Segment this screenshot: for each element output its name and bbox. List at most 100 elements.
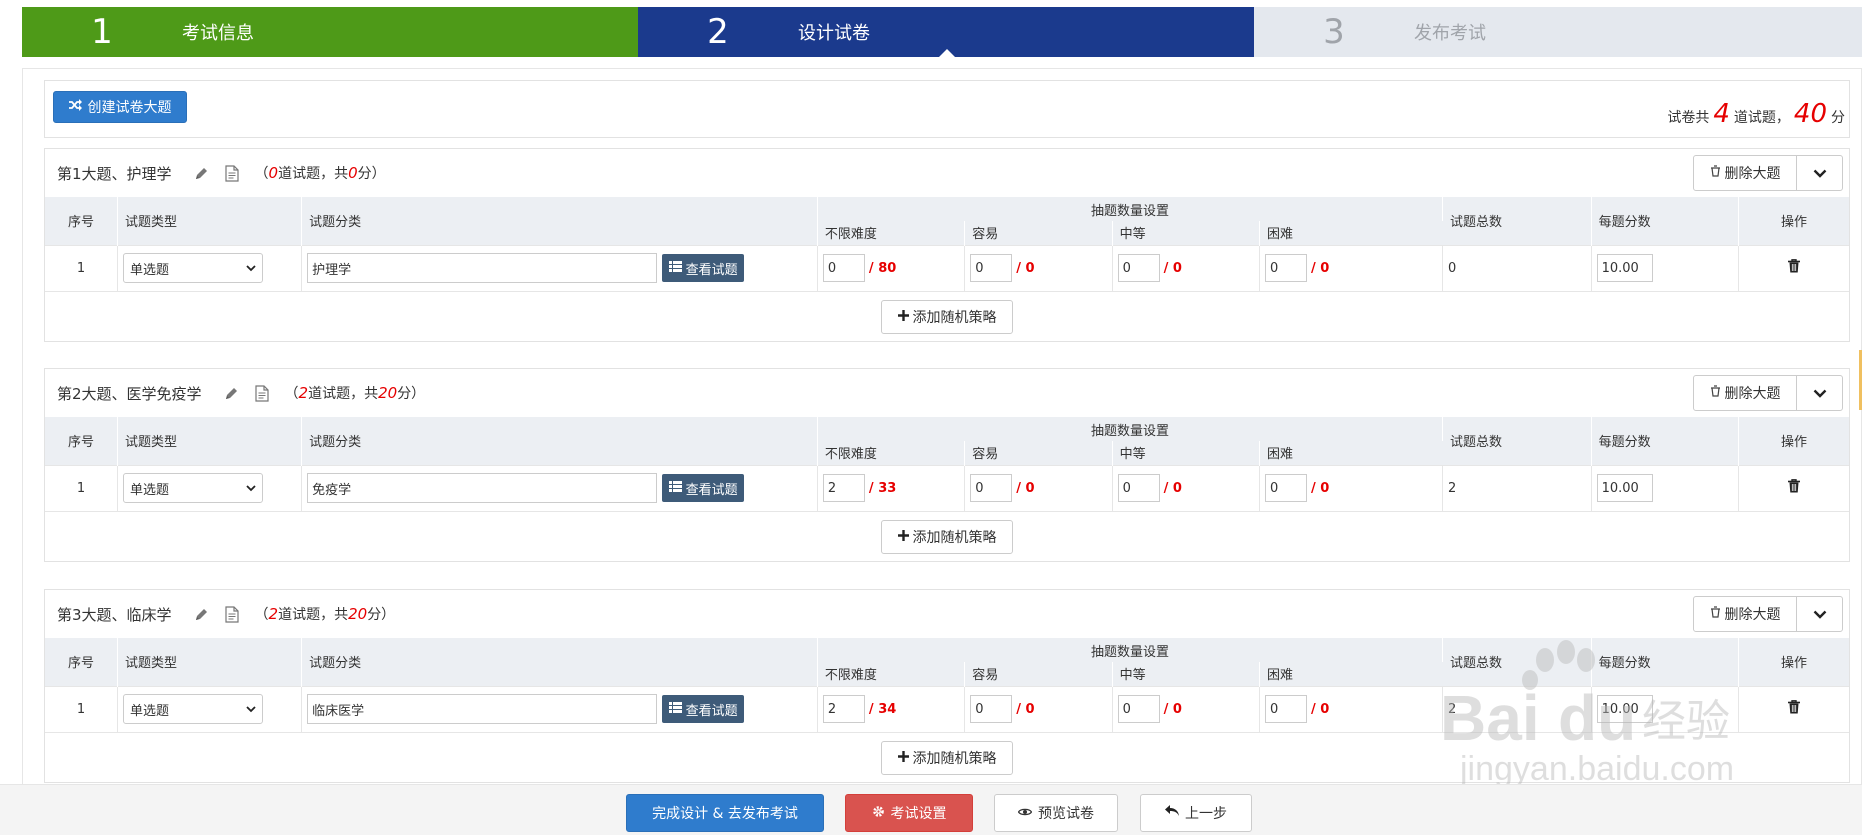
easy-input[interactable]: 0 [970, 254, 1013, 283]
preview-paper-label: 预览试卷 [1038, 806, 1094, 822]
info-prefix: （ [284, 386, 299, 402]
section-header: 第1大题、护理学 （0道试题，共0分） 删除大题 [45, 149, 1849, 197]
view-questions-button[interactable]: 查看试题 [662, 695, 745, 724]
info-prefix: （ [254, 166, 269, 182]
step-label: 设计试卷 [798, 23, 870, 44]
paper-summary: 试卷共 4 道试题， 40 分 [1667, 99, 1845, 129]
header-category: 试题分类 [301, 197, 818, 245]
any-difficulty-input[interactable]: 0 [822, 254, 865, 283]
header-type: 试题类型 [117, 197, 303, 245]
category-cell: 免疫学 查看试题 [301, 464, 818, 511]
plus-icon [897, 529, 909, 545]
section-info: （0道试题，共0分） [255, 163, 386, 183]
medium-cell: 0/ 0 [1112, 244, 1261, 291]
hard-cell: 0/ 0 [1259, 244, 1444, 291]
section-question-count: 2 [298, 384, 309, 402]
section-score: 0 [348, 164, 358, 182]
question-type-value: 单选题 [129, 262, 169, 278]
header-seq: 序号 [45, 638, 118, 686]
question-type-select[interactable]: 单选题 [122, 253, 263, 284]
type-cell: 单选题 [117, 464, 303, 511]
header-any-difficulty: 不限难度 [817, 441, 966, 465]
category-field[interactable]: 免疫学 [307, 473, 658, 504]
create-section-label: 创建试卷大题 [87, 100, 172, 116]
question-type-value: 单选题 [129, 703, 169, 719]
any-cell: 0/ 80 [817, 244, 966, 291]
chevron-down-icon [246, 702, 256, 717]
section-info: （2道试题，共20分） [285, 383, 426, 403]
create-section-button[interactable]: 创建试卷大题 [53, 91, 187, 123]
per-score-input[interactable]: 10.00 [1596, 474, 1653, 503]
medium-input[interactable]: 0 [1117, 474, 1160, 503]
section-question-count: 2 [268, 605, 279, 623]
chevron-down-icon [1813, 164, 1827, 182]
any-difficulty-input[interactable]: 2 [822, 695, 865, 724]
question-type-select[interactable]: 单选题 [122, 694, 263, 725]
finish-design-button[interactable]: 完成设计 & 去发布考试 [626, 794, 824, 832]
watermark-cn: 经验 [1642, 696, 1730, 747]
section-title: 第1大题、护理学 [57, 164, 172, 183]
chevron-down-icon [1813, 384, 1827, 402]
any-difficulty-max: / 34 [868, 701, 897, 717]
step-number: 2 [707, 12, 729, 52]
step-publish-exam[interactable]: 3 发布考试 [1254, 7, 1862, 57]
category-field[interactable]: 临床医学 [307, 694, 658, 725]
header-draw-settings: 抽题数量设置 [817, 197, 1444, 221]
info-suffix: 分） [367, 607, 396, 623]
preview-paper-button[interactable]: 预览试卷 [994, 794, 1118, 832]
view-questions-button[interactable]: 查看试题 [662, 474, 745, 503]
trash-icon[interactable] [1787, 479, 1800, 497]
plus-icon [897, 750, 909, 766]
previous-step-button[interactable]: 上一步 [1140, 794, 1252, 832]
pencil-icon[interactable] [224, 386, 239, 401]
document-icon[interactable] [254, 384, 269, 402]
hard-input[interactable]: 0 [1265, 254, 1307, 283]
header-medium: 中等 [1112, 441, 1261, 465]
medium-input[interactable]: 0 [1117, 254, 1160, 283]
exam-settings-label: 考试设置 [890, 806, 947, 822]
hard-input[interactable]: 0 [1265, 695, 1307, 724]
view-questions-button[interactable]: 查看试题 [662, 254, 745, 283]
exam-settings-button[interactable]: 考试设置 [845, 794, 973, 832]
section-header: 第2大题、医学免疫学 （2道试题，共20分） 删除大题 [45, 369, 1849, 417]
question-type-select[interactable]: 单选题 [122, 473, 263, 504]
easy-input[interactable]: 0 [970, 695, 1013, 724]
document-icon[interactable] [224, 164, 239, 182]
trash-icon[interactable] [1787, 259, 1800, 277]
watermark-url: jingyan.baidu.com [1459, 750, 1734, 788]
collapse-section-button[interactable] [1796, 375, 1843, 411]
medium-input[interactable]: 0 [1117, 695, 1160, 724]
delete-section-button[interactable]: 删除大题 [1693, 596, 1797, 632]
section-info: （2道试题，共20分） [255, 604, 396, 624]
any-difficulty-input[interactable]: 2 [822, 474, 865, 503]
hard-input[interactable]: 0 [1265, 474, 1307, 503]
add-strategy-button[interactable]: 添加随机策略 [881, 741, 1013, 775]
step-design-paper[interactable]: 2 设计试卷 [638, 7, 1254, 58]
total-cell: 2 [1442, 464, 1592, 511]
header-easy: 容易 [964, 221, 1113, 245]
eye-icon [1017, 805, 1033, 821]
header-any-difficulty: 不限难度 [817, 662, 966, 686]
summary-mid: 道试题， [1733, 110, 1790, 126]
pencil-icon[interactable] [194, 607, 209, 622]
document-icon[interactable] [224, 605, 239, 623]
collapse-section-button[interactable] [1796, 596, 1843, 632]
easy-cell: 0/ 0 [964, 464, 1113, 511]
add-strategy-button[interactable]: 添加随机策略 [881, 300, 1013, 334]
header-any-difficulty: 不限难度 [817, 221, 966, 245]
hard-cell: 0/ 0 [1259, 464, 1444, 511]
step-exam-info[interactable]: 1 考试信息 [22, 7, 638, 57]
view-questions-label: 查看试题 [685, 262, 738, 278]
collapse-section-button[interactable] [1796, 155, 1843, 191]
easy-input[interactable]: 0 [970, 474, 1013, 503]
header-medium: 中等 [1112, 221, 1261, 245]
delete-section-button[interactable]: 删除大题 [1693, 155, 1797, 191]
per-score-input[interactable]: 10.00 [1596, 254, 1653, 283]
op-cell [1738, 244, 1849, 291]
trash-icon[interactable] [1787, 700, 1800, 718]
footer-bar: 完成设计 & 去发布考试 考试设置 预览试卷 上一步 [0, 784, 1862, 835]
delete-section-button[interactable]: 删除大题 [1693, 375, 1797, 411]
pencil-icon[interactable] [194, 166, 209, 181]
add-strategy-button[interactable]: 添加随机策略 [881, 520, 1013, 554]
category-field[interactable]: 护理学 [307, 253, 658, 284]
